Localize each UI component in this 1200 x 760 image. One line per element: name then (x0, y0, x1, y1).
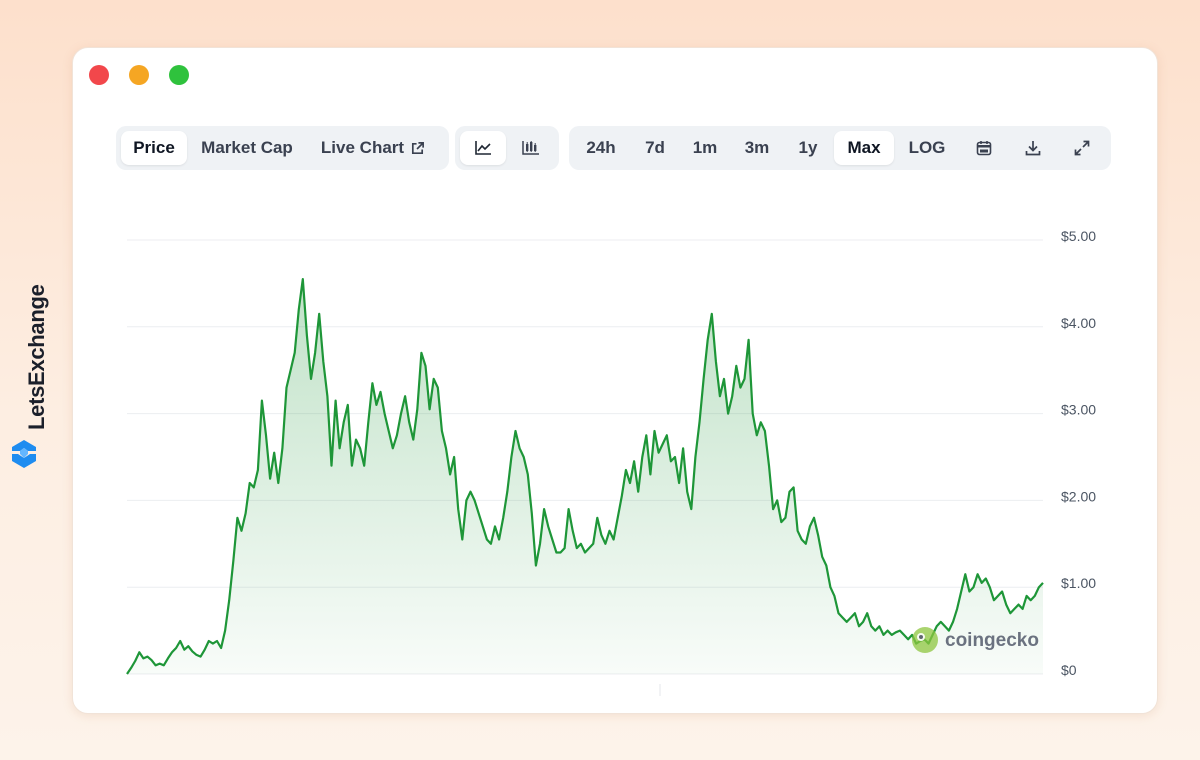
maximize-window-button[interactable] (169, 65, 189, 85)
range-max[interactable]: Max (834, 131, 894, 165)
range-7d[interactable]: 7d (628, 131, 682, 165)
minimize-window-button[interactable] (129, 65, 149, 85)
y-tick-label: $3.00 (1061, 402, 1096, 418)
price-line (126, 278, 1044, 675)
download-button[interactable] (1008, 131, 1058, 165)
tab-market-cap[interactable]: Market Cap (187, 131, 307, 165)
external-link-icon (412, 141, 425, 154)
log-scale-toggle[interactable]: LOG (894, 131, 960, 165)
tab-live-chart[interactable]: Live Chart (307, 131, 439, 165)
y-tick-label: $4.00 (1061, 315, 1096, 331)
chart-window: Price Market Cap Live Chart 24h 7d 1m 3m… (72, 47, 1158, 714)
y-tick-label: $0 (1061, 662, 1077, 678)
coingecko-watermark: coingecko (912, 627, 1039, 653)
range-1m[interactable]: 1m (682, 131, 728, 165)
range-3m[interactable]: 3m (728, 131, 786, 165)
date-range-button[interactable] (960, 131, 1008, 165)
price-area-fill (127, 279, 1043, 674)
range-1y[interactable]: 1y (786, 131, 830, 165)
live-chart-label: Live Chart (320, 138, 405, 157)
line-chart-button[interactable] (460, 131, 506, 165)
time-range-controls: 24h 7d 1m 3m 1y Max LOG (569, 126, 1111, 170)
candlestick-chart-button[interactable] (508, 131, 554, 165)
line-chart-icon (475, 141, 491, 155)
tab-price[interactable]: Price (121, 131, 187, 165)
letsexchange-logo-icon (12, 440, 36, 468)
expand-icon (1074, 140, 1090, 156)
y-tick-label: $1.00 (1061, 575, 1096, 591)
download-icon (1025, 141, 1041, 156)
range-24h[interactable]: 24h (574, 131, 628, 165)
fullscreen-button[interactable] (1058, 131, 1106, 165)
brand-name: LetsExchange (24, 284, 49, 430)
chart-type-toggle (455, 126, 559, 170)
metric-tabs: Price Market Cap Live Chart (116, 126, 449, 170)
y-tick-label: $5.00 (1061, 228, 1096, 244)
calendar-icon (976, 141, 992, 156)
candlestick-icon (522, 141, 539, 155)
coingecko-watermark-text: coingecko (945, 630, 1039, 651)
y-tick-label: $2.00 (1061, 488, 1096, 504)
close-window-button[interactable] (89, 65, 109, 85)
coingecko-logo-icon (912, 627, 938, 653)
